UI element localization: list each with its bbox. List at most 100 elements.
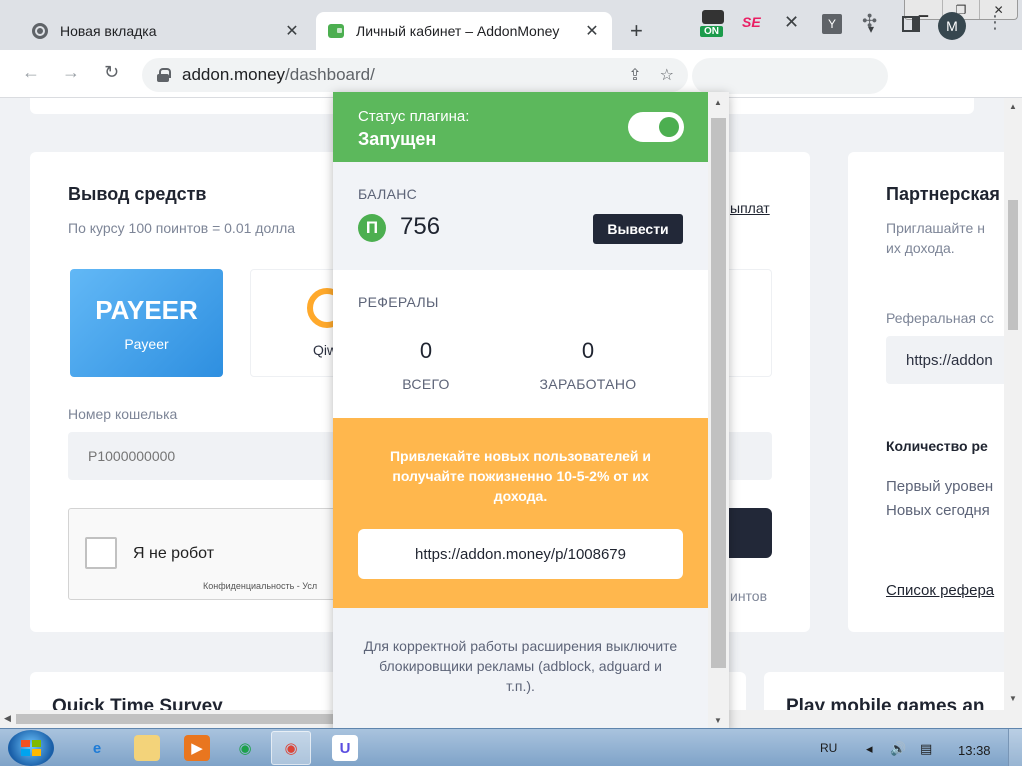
show-desktop-button[interactable] (1008, 729, 1022, 766)
partner-desc-line: их дохода. (886, 240, 955, 256)
ie-icon[interactable]: e (84, 735, 110, 761)
windows-taskbar: e ▶ ◉ ◉ U RU ◂ 🔊 ▤ 13:38 (0, 728, 1022, 766)
reload-icon[interactable]: ↻ (104, 62, 119, 83)
partner-title: Партнерская (886, 184, 1000, 204)
puzzle-icon[interactable]: ✣ (862, 11, 877, 32)
extensions-area (692, 58, 888, 94)
points-text: интов (730, 588, 768, 604)
wallet-icon (328, 24, 344, 38)
address-bar[interactable]: addon.money/dashboard/ ⇪ ☆ (142, 58, 688, 92)
balance-header: БАЛАНС (358, 186, 418, 202)
page-scrollbar-vertical[interactable]: ▲ ▼ (1004, 98, 1022, 710)
payeer-logo: PAYEER (95, 295, 198, 325)
total-label: ВСЕГО (402, 376, 450, 392)
withdraw-title: Вывод средств (68, 184, 207, 204)
new-today-text: Новых сегодня (886, 502, 990, 519)
new-tab-icon[interactable]: + (630, 18, 643, 44)
scroll-down-icon[interactable]: ▼ (1009, 694, 1017, 703)
scroll-thumb[interactable] (711, 118, 726, 668)
earned-value: 0 (581, 338, 595, 363)
referral-list-link[interactable]: Список рефера (886, 582, 994, 599)
chrome-icon: ◉ (284, 740, 298, 757)
captcha-checkbox[interactable] (85, 537, 117, 569)
close-icon[interactable]: ✕ (584, 21, 600, 41)
explorer-icon[interactable] (134, 735, 160, 761)
network-icon[interactable]: ▤ (920, 741, 932, 757)
wallet-icon (702, 10, 724, 24)
scroll-up-icon[interactable]: ▲ (714, 98, 722, 107)
plugin-status-bar: Статус плагина: Запущен (333, 92, 708, 162)
share-icon[interactable]: ⇪ (628, 65, 641, 85)
scroll-left-icon[interactable]: ◀ (4, 713, 11, 724)
volume-icon[interactable]: 🔊 (890, 741, 906, 757)
app-icon[interactable]: U (332, 735, 358, 761)
ref-link-label: Реферальная сс (886, 310, 994, 326)
side-panel-icon[interactable] (902, 16, 920, 32)
earned-referrals: 0 ЗАРАБОТАНО (528, 338, 648, 392)
close-icon[interactable]: ✕ (284, 21, 300, 41)
ref-link-field[interactable]: https://addon (886, 336, 1004, 384)
adblock-notice: Для корректной работы расширения выключи… (333, 608, 708, 732)
back-icon[interactable]: ← (22, 62, 40, 83)
tab-title: Личный кабинет – AddonMoney (356, 23, 560, 39)
adblock-text: Для корректной работы расширения выключи… (363, 638, 678, 694)
withdraw-button[interactable]: Вывести (593, 214, 683, 244)
star-icon[interactable]: ☆ (660, 65, 674, 85)
media-player-icon[interactable]: ▶ (184, 735, 210, 761)
yandex-extension-icon[interactable]: Y (822, 14, 842, 34)
popup-content: Статус плагина: Запущен БАЛАНС П 756 Выв… (333, 92, 708, 732)
scroll-up-icon[interactable]: ▲ (1009, 102, 1017, 111)
scroll-thumb[interactable] (1008, 200, 1018, 330)
x-extension-icon[interactable]: ✕ (784, 12, 799, 33)
se-extension-icon[interactable]: SE (742, 14, 761, 30)
partner-card: Партнерская Приглашайте н их дохода. Реф… (848, 152, 1004, 632)
tab-addonmoney[interactable]: Личный кабинет – AddonMoney ✕ (316, 12, 612, 50)
payeer-method[interactable]: PAYEER Payeer (70, 269, 223, 377)
chrome-icon (32, 23, 48, 39)
tab-title: Новая вкладка (60, 23, 157, 39)
lock-icon[interactable] (156, 68, 171, 82)
captcha-privacy[interactable]: Конфиденциальность - Усл (203, 581, 317, 591)
scroll-down-icon[interactable]: ▼ (714, 716, 722, 725)
partner-desc-line: Приглашайте н (886, 220, 985, 236)
games-title: Play mobile games an (786, 696, 985, 710)
total-referrals: 0 ВСЕГО (366, 338, 486, 392)
url-path: /dashboard/ (285, 65, 375, 84)
method-caption: Payeer (124, 336, 169, 352)
status-badge: ON (700, 26, 723, 37)
rate-text: По курсу 100 поинтов = 0.01 долла (68, 220, 296, 236)
clock[interactable]: 13:38 (958, 743, 991, 758)
popup-scrollbar[interactable]: ▲ ▼ (708, 92, 729, 732)
earned-label: ЗАРАБОТАНО (539, 376, 637, 392)
avatar[interactable]: M (938, 12, 966, 40)
payout-history-link[interactable]: ыплат (730, 200, 770, 216)
balance-amount: 756 (400, 213, 441, 240)
wallet-input[interactable] (68, 432, 368, 480)
windows-logo-icon (21, 740, 41, 756)
tray-arrow-icon[interactable]: ◂ (866, 741, 873, 757)
status-label: Статус плагина: (358, 108, 470, 125)
ref-count-title: Количество ре (886, 438, 988, 454)
plugin-toggle[interactable] (628, 112, 684, 142)
url-host: addon.money (182, 65, 286, 84)
toggle-knob (659, 117, 679, 137)
balance-section: БАЛАНС П 756 Вывести (333, 162, 708, 270)
addonmoney-extension-icon[interactable]: ON (700, 10, 726, 40)
promo-section: Привлекайте новых пользователей и получа… (333, 418, 708, 608)
referrals-section: РЕФЕРАЛЫ 0 ВСЕГО 0 ЗАРАБОТАНО (333, 270, 708, 418)
more-menu-icon[interactable]: ⋮ (986, 12, 1004, 33)
wallet-label: Номер кошелька (68, 406, 178, 422)
first-level-text: Первый уровен (886, 478, 994, 495)
edge-dev-icon[interactable]: ◉ (232, 735, 258, 761)
url-text[interactable]: addon.money/dashboard/ (182, 65, 610, 85)
total-value: 0 (419, 338, 433, 363)
points-coin-icon: П (358, 214, 386, 242)
forward-icon[interactable]: → (62, 62, 80, 83)
referrals-header: РЕФЕРАЛЫ (358, 294, 439, 310)
language-indicator[interactable]: RU (820, 741, 837, 755)
captcha-label: Я не робот (133, 545, 215, 562)
tab-new-tab[interactable]: Новая вкладка ✕ (20, 12, 312, 50)
ref-link-box[interactable]: https://addon.money/p/1008679 (358, 529, 683, 579)
browser-toolbar: ← → ↻ addon.money/dashboard/ ⇪ ☆ (0, 50, 1022, 98)
start-button[interactable] (8, 730, 54, 766)
